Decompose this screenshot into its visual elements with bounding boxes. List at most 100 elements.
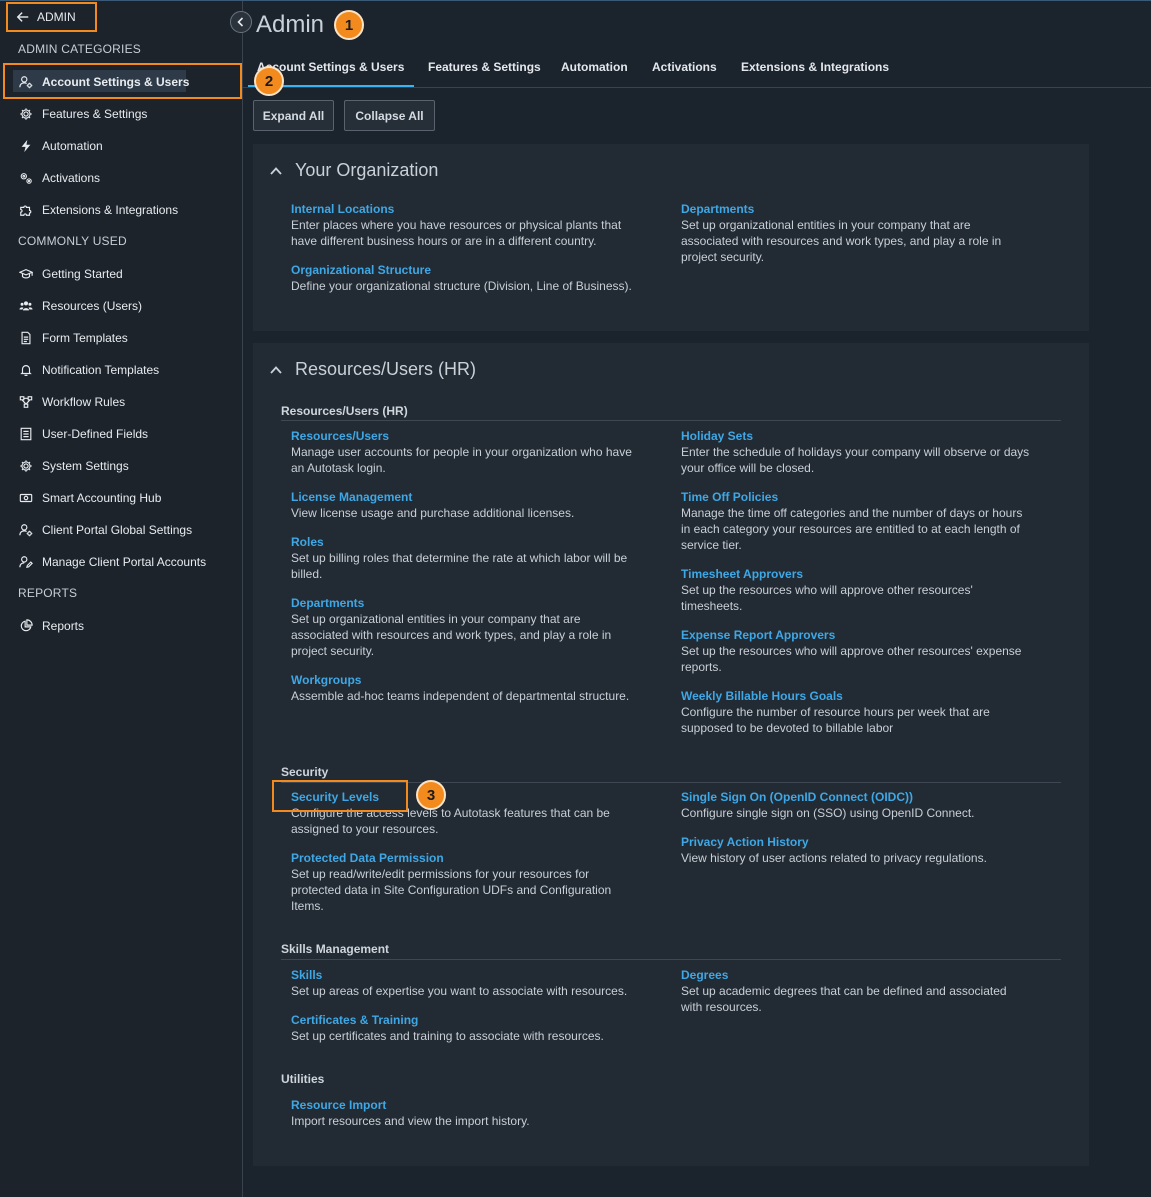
entry-timesheet-approvers: Timesheet Approvers Set up the resources… bbox=[681, 567, 1031, 614]
entry-link[interactable]: Holiday Sets bbox=[681, 429, 1031, 444]
admin-back-button[interactable]: ADMIN bbox=[6, 2, 97, 32]
sidebar-item-label: User-Defined Fields bbox=[42, 427, 149, 441]
sidebar-item-form-templates[interactable]: Form Templates bbox=[18, 328, 128, 348]
entry-link[interactable]: Roles bbox=[291, 535, 641, 550]
chevron-up-icon bbox=[270, 166, 282, 175]
step-badge-2: 2 bbox=[254, 66, 284, 96]
group-heading-utilities: Utilities bbox=[281, 1072, 325, 1086]
sidebar-item-manage-client-portal-accounts[interactable]: Manage Client Portal Accounts bbox=[18, 552, 206, 572]
entry-organizational-structure: Organizational Structure Define your org… bbox=[291, 263, 641, 294]
page-title: Admin bbox=[256, 11, 325, 38]
entry-link[interactable]: Protected Data Permission bbox=[291, 851, 641, 866]
entry-description: Set up the resources who will approve ot… bbox=[681, 583, 973, 613]
sidebar-item-workflow-rules[interactable]: Workflow Rules bbox=[18, 392, 125, 412]
entry-single-sign-on: Single Sign On (OpenID Connect (OIDC)) C… bbox=[681, 790, 1031, 821]
bell-icon bbox=[18, 363, 33, 378]
entry-link[interactable]: Degrees bbox=[681, 968, 1031, 983]
sidebar-item-label: Workflow Rules bbox=[42, 395, 126, 409]
sidebar-item-notification-templates[interactable]: Notification Templates bbox=[18, 360, 159, 380]
entry-license-management: License Management View license usage an… bbox=[291, 490, 641, 521]
sidebar-item-smart-accounting-hub[interactable]: Smart Accounting Hub bbox=[18, 488, 161, 508]
admin-label: ADMIN bbox=[37, 10, 76, 24]
sidebar-item-user-defined-fields[interactable]: User-Defined Fields bbox=[18, 424, 148, 444]
panel-header[interactable]: Your Organization bbox=[269, 160, 438, 181]
entry-certificates-training: Certificates & Training Set up certifica… bbox=[291, 1013, 641, 1044]
sidebar-item-label: Extensions & Integrations bbox=[42, 203, 179, 217]
entry-description: Manage the time off categories and the n… bbox=[681, 506, 1023, 552]
group-heading-security: Security bbox=[281, 765, 329, 779]
entry-description: Assemble ad-hoc teams independent of dep… bbox=[291, 689, 630, 703]
sidebar-item-label: Notification Templates bbox=[42, 363, 160, 377]
entry-link[interactable]: Timesheet Approvers bbox=[681, 567, 1031, 582]
sidebar-item-activations[interactable]: Activations bbox=[18, 168, 100, 188]
entry-link[interactable]: Skills bbox=[291, 968, 641, 983]
sidebar-item-system-settings[interactable]: System Settings bbox=[18, 456, 129, 476]
expand-all-button[interactable]: Expand All bbox=[253, 100, 334, 131]
entry-link[interactable]: Certificates & Training bbox=[291, 1013, 641, 1028]
tab-activations[interactable]: Activations bbox=[652, 60, 717, 74]
step-badge-3: 3 bbox=[416, 780, 446, 810]
entry-link[interactable]: Expense Report Approvers bbox=[681, 628, 1031, 643]
group-heading-resources: Resources/Users (HR) bbox=[281, 404, 408, 418]
sidebar-item-label: System Settings bbox=[42, 459, 129, 473]
collapse-all-button[interactable]: Collapse All bbox=[344, 100, 435, 131]
entry-time-off-policies: Time Off Policies Manage the time off ca… bbox=[681, 490, 1031, 553]
sidebar-item-label: Account Settings & Users bbox=[42, 75, 190, 89]
tab-extensions-integrations[interactable]: Extensions & Integrations bbox=[741, 60, 889, 74]
document-icon bbox=[18, 331, 33, 346]
entry-resources-users: Resources/Users Manage user accounts for… bbox=[291, 429, 641, 476]
tab-features-settings[interactable]: Features & Settings bbox=[428, 60, 541, 74]
entry-description: Configure single sign on (SSO) using Ope… bbox=[681, 806, 975, 820]
entry-description: Define your organizational structure (Di… bbox=[291, 279, 632, 293]
sidebar-item-extensions[interactable]: Extensions & Integrations bbox=[18, 200, 178, 220]
entry-description: View history of user actions related to … bbox=[681, 851, 987, 865]
user-gear-icon bbox=[18, 75, 33, 90]
entry-description: Set up organizational entities in your c… bbox=[681, 218, 1002, 264]
chevron-up-icon bbox=[270, 365, 282, 374]
sidebar-item-label: Smart Accounting Hub bbox=[42, 491, 162, 505]
sidebar-item-label: Resources (Users) bbox=[42, 299, 143, 313]
sidebar-item-account-settings[interactable]: Account Settings & Users bbox=[18, 72, 189, 92]
entry-link[interactable]: Single Sign On (OpenID Connect (OIDC)) bbox=[681, 790, 1031, 805]
tab-automation[interactable]: Automation bbox=[561, 60, 628, 74]
gears-icon bbox=[18, 171, 33, 186]
sidebar-item-getting-started[interactable]: Getting Started bbox=[18, 264, 123, 284]
entry-link[interactable]: Departments bbox=[681, 202, 1031, 217]
graduation-cap-icon bbox=[18, 267, 33, 282]
panel-title: Resources/Users (HR) bbox=[295, 359, 477, 379]
workflow-icon bbox=[18, 395, 33, 410]
sidebar-item-automation[interactable]: Automation bbox=[18, 136, 103, 156]
entry-roles: Roles Set up billing roles that determin… bbox=[291, 535, 641, 582]
section-reports: REPORTS bbox=[18, 586, 78, 600]
entry-link[interactable]: Weekly Billable Hours Goals bbox=[681, 689, 1031, 704]
entry-link[interactable]: Internal Locations bbox=[291, 202, 641, 217]
gear-icon bbox=[18, 107, 33, 122]
entry-description: Set up the resources who will approve ot… bbox=[681, 644, 1022, 674]
security-levels-highlight bbox=[272, 780, 408, 812]
entry-link[interactable]: License Management bbox=[291, 490, 641, 505]
entry-description: Configure the number of resource hours p… bbox=[681, 705, 990, 735]
entry-departments: Departments Set up organizational entiti… bbox=[291, 596, 641, 659]
entry-link[interactable]: Organizational Structure bbox=[291, 263, 641, 278]
section-commonly-used: COMMONLY USED bbox=[18, 234, 127, 248]
entry-link[interactable]: Resources/Users bbox=[291, 429, 641, 444]
entry-link[interactable]: Time Off Policies bbox=[681, 490, 1031, 505]
entry-description: Manage user accounts for people in your … bbox=[291, 445, 632, 475]
collapse-sidebar-button[interactable] bbox=[230, 11, 252, 33]
sidebar-item-client-portal-global-settings[interactable]: Client Portal Global Settings bbox=[18, 520, 192, 540]
money-icon bbox=[18, 491, 33, 506]
sidebar-item-label: Getting Started bbox=[42, 267, 123, 281]
entry-link[interactable]: Privacy Action History bbox=[681, 835, 1031, 850]
sidebar-item-features-settings[interactable]: Features & Settings bbox=[18, 104, 147, 124]
entry-link[interactable]: Resource Import bbox=[291, 1098, 641, 1113]
entry-link[interactable]: Departments bbox=[291, 596, 641, 611]
panel-header[interactable]: Resources/Users (HR) bbox=[269, 359, 476, 380]
sidebar-item-reports[interactable]: Reports bbox=[18, 616, 84, 636]
entry-link[interactable]: Workgroups bbox=[291, 673, 641, 688]
sidebar-item-label: Form Templates bbox=[42, 331, 128, 345]
gear-icon bbox=[18, 459, 33, 474]
sidebar-item-resources-users[interactable]: Resources (Users) bbox=[18, 296, 142, 316]
user-gear-icon bbox=[18, 523, 33, 538]
sidebar-item-label: Reports bbox=[42, 619, 85, 633]
resources-users-hr-panel: Resources/Users (HR) Resources/Users (HR… bbox=[253, 343, 1089, 1166]
